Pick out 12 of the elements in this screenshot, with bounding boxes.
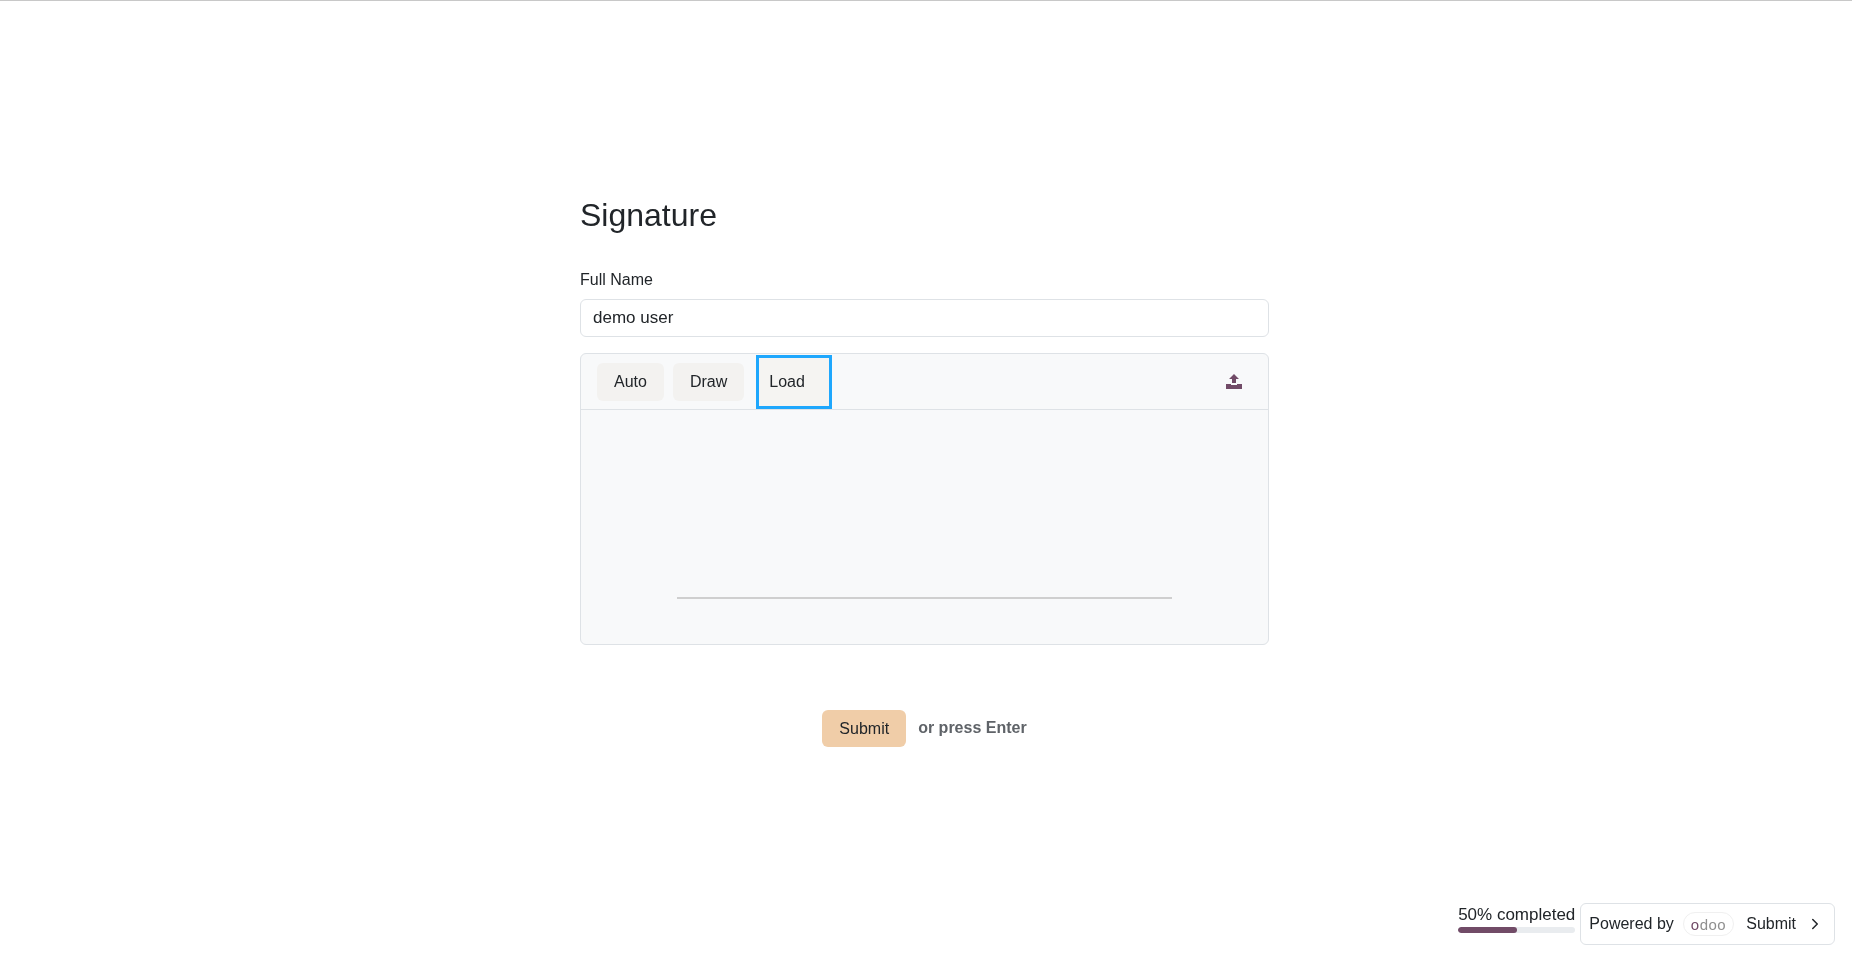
signature-mode-tab[interactable]: Draw <box>672 362 745 401</box>
upload-icon[interactable] <box>1226 374 1242 389</box>
progress-label: 50% completed <box>1458 905 1576 924</box>
full-name-input[interactable]: demo user <box>580 299 1269 337</box>
submit-button[interactable]: Submit <box>822 710 907 747</box>
page-title: Signature <box>580 196 718 235</box>
signature-mode-tab[interactable]: Load <box>756 354 832 409</box>
powered-by-text: Powered by <box>1589 914 1674 934</box>
next-submit-button[interactable]: Submit <box>1746 912 1824 936</box>
enter-hint: or press Enter <box>918 717 1027 738</box>
signature-mode-tab[interactable]: Auto <box>597 362 664 401</box>
field-label: Full Name <box>580 270 654 290</box>
